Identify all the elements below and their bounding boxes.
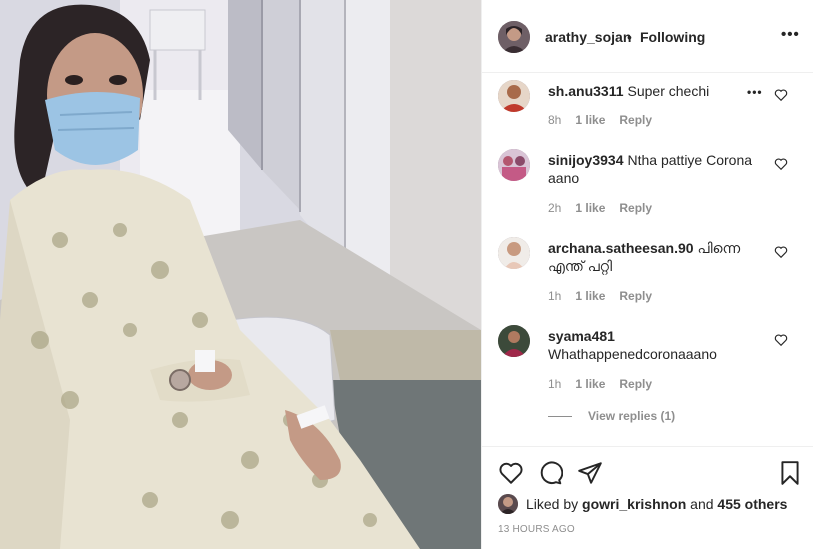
post-timestamp[interactable]: 13 HOURS AGO (498, 524, 575, 535)
comment-username[interactable]: archana.satheesan.90 (548, 240, 694, 256)
following-button[interactable]: Following (640, 29, 705, 45)
comment-time[interactable]: 8h (548, 113, 561, 127)
commenter-avatar[interactable] (498, 237, 530, 269)
view-replies-button[interactable]: View replies (1) (548, 409, 675, 423)
comment-like-heart-icon[interactable] (774, 88, 788, 102)
share-icon[interactable] (577, 460, 603, 486)
comment-meta: 1h 1 like Reply (548, 377, 666, 391)
post-image (0, 0, 481, 549)
reply-button[interactable]: Reply (619, 289, 652, 303)
author-username[interactable]: arathy_sojan (545, 29, 631, 45)
post-actions: Liked by gowri_krishnon and 455 others 1… (482, 446, 813, 549)
comment-likes[interactable]: 1 like (575, 113, 605, 127)
commenter-avatar[interactable] (498, 80, 530, 112)
comment-body: Super chechi (627, 83, 710, 99)
liker-username[interactable]: gowri_krishnon (582, 496, 686, 512)
comment-time[interactable]: 1h (548, 377, 561, 391)
comment-like-heart-icon[interactable] (774, 333, 788, 347)
comment-time[interactable]: 2h (548, 201, 561, 215)
replies-divider-line (548, 416, 572, 418)
reply-button[interactable]: Reply (619, 113, 652, 127)
comment-time[interactable]: 1h (548, 289, 561, 303)
comment-like-heart-icon[interactable] (774, 245, 788, 259)
reply-button[interactable]: Reply (619, 201, 652, 215)
header-separator: • (627, 29, 632, 45)
author-avatar[interactable] (498, 21, 530, 53)
post-header: arathy_sojan • Following ••• (482, 0, 813, 73)
comment-meta: 8h 1 like Reply (548, 113, 666, 127)
others-count[interactable]: 455 others (717, 496, 787, 512)
comment-text: sh.anu3311 Super chechi (548, 82, 758, 100)
comment-text: archana.satheesan.90 പിന്നെ എന്ത് പറ്റി (548, 239, 758, 275)
heart-icon[interactable] (498, 460, 524, 486)
comment-meta: 1h 1 like Reply (548, 289, 666, 303)
comment-text: syama481 Whathappenedcoronaaano (548, 327, 758, 363)
liked-by-prefix: Liked by (526, 496, 579, 512)
comment-body: Whathappenedcoronaaano (548, 346, 717, 362)
post-sidebar: arathy_sojan • Following ••• sh.anu3311 S… (481, 0, 813, 549)
comment-icon[interactable] (537, 460, 563, 486)
liked-by-joiner: and (690, 496, 714, 512)
liked-by-text: Liked by gowri_krishnon and 455 others (526, 496, 787, 512)
commenter-avatar[interactable] (498, 325, 530, 357)
comment-username[interactable]: syama481 (548, 328, 615, 344)
comment-username[interactable]: sinijoy3934 (548, 152, 624, 168)
comment-likes[interactable]: 1 like (575, 377, 605, 391)
comment-likes[interactable]: 1 like (575, 201, 605, 215)
comment-meta: 2h 1 like Reply (548, 201, 666, 215)
comment-likes[interactable]: 1 like (575, 289, 605, 303)
comment-options-icon[interactable]: ••• (747, 85, 763, 99)
post-photo[interactable] (0, 0, 481, 549)
reply-button[interactable]: Reply (619, 377, 652, 391)
liked-by: Liked by gowri_krishnon and 455 others (498, 493, 798, 515)
comments-list[interactable]: sh.anu3311 Super chechi 8h 1 like Reply •••… (482, 73, 813, 446)
liker-avatar[interactable] (498, 494, 518, 514)
comment-username[interactable]: sh.anu3311 (548, 83, 624, 99)
commenter-avatar[interactable] (498, 149, 530, 181)
comment-text: sinijoy3934 Ntha pattiye Corona aano (548, 151, 758, 187)
more-options-icon[interactable]: ••• (781, 26, 800, 43)
comment-like-heart-icon[interactable] (774, 157, 788, 171)
view-replies-label: View replies (1) (588, 409, 676, 423)
bookmark-icon[interactable] (777, 460, 803, 486)
